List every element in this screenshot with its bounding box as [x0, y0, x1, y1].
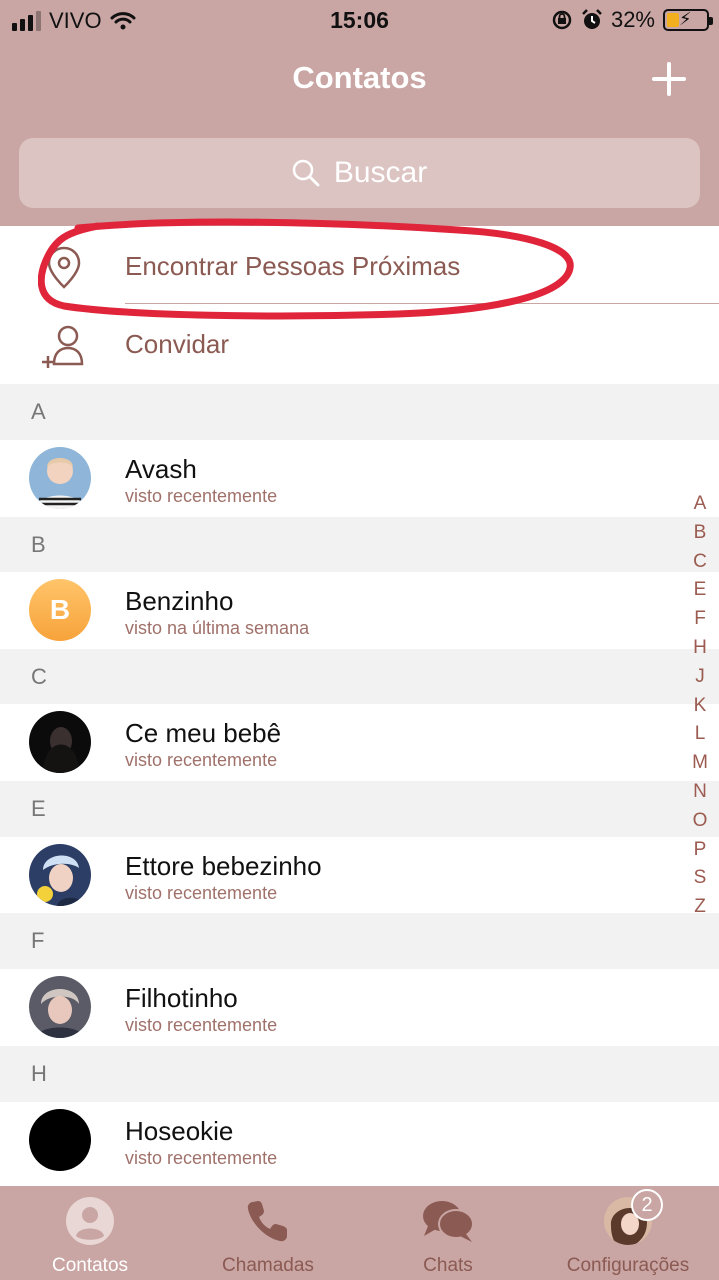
find-nearby-row[interactable]: Encontrar Pessoas Próximas — [0, 228, 719, 306]
section-letter: E — [31, 796, 46, 821]
invite-label: Convidar — [125, 329, 230, 359]
orientation-lock-icon — [552, 10, 572, 30]
tab-configuracoes[interactable]: 2 Configurações — [538, 1186, 718, 1280]
chat-bubbles-icon — [423, 1201, 474, 1242]
contact-row[interactable]: Ce meu bebê visto recentemente — [0, 704, 719, 781]
index-letter[interactable]: H — [693, 634, 707, 663]
index-letter[interactable]: C — [693, 548, 707, 577]
header-bar: VIVO 15:06 32% ⚡ Contatos Buscar — [0, 0, 719, 226]
contact-name: Ce meu bebê — [125, 718, 282, 748]
index-letter[interactable]: P — [694, 836, 707, 865]
add-contact-button[interactable] — [648, 58, 690, 100]
contact-name: Hoseokie — [125, 1116, 234, 1146]
contact-status: visto recentemente — [125, 883, 278, 903]
section-header: B — [0, 517, 719, 573]
page-title: Contatos — [292, 60, 427, 95]
section-letter: H — [31, 1061, 47, 1086]
search-icon — [292, 159, 320, 187]
add-person-icon — [42, 325, 84, 368]
contact-row[interactable]: B Benzinho visto na última semana — [0, 572, 719, 649]
tab-label: Contatos — [51, 1255, 129, 1276]
row-divider — [125, 303, 719, 304]
tab-contatos[interactable]: Contatos — [0, 1186, 180, 1280]
contact-name: Filhotinho — [125, 983, 238, 1013]
index-letter[interactable]: A — [694, 490, 707, 519]
index-letter[interactable]: N — [693, 778, 707, 807]
contact-name: Ettore bebezinho — [125, 851, 322, 881]
contact-status: visto recentemente — [125, 1148, 278, 1168]
avatar — [29, 711, 91, 773]
index-letter[interactable]: J — [695, 663, 705, 692]
phone-icon — [247, 1201, 287, 1242]
avatar: B — [29, 579, 91, 641]
tab-chats[interactable]: Chats — [358, 1186, 538, 1280]
battery-icon: ⚡ — [663, 9, 713, 31]
search-placeholder: Buscar — [333, 156, 428, 189]
contact-row[interactable]: Ettore bebezinho visto recentemente — [0, 837, 719, 914]
find-nearby-label: Encontrar Pessoas Próximas — [125, 251, 461, 281]
tab-label: Chats — [423, 1255, 473, 1276]
contact-row[interactable]: Filhotinho visto recentemente — [0, 969, 719, 1046]
notification-badge: 2 — [631, 1189, 663, 1221]
tab-chamadas[interactable]: Chamadas — [178, 1186, 358, 1280]
contact-row[interactable]: Hoseokie visto recentemente — [0, 1102, 719, 1179]
index-letter[interactable]: B — [694, 519, 707, 548]
avatar — [29, 844, 91, 906]
alphabet-index[interactable]: ABCEFHJKLMNOPSZ — [686, 490, 714, 922]
index-letter[interactable]: S — [694, 864, 707, 893]
section-header: A — [0, 384, 719, 440]
alarm-icon — [582, 9, 602, 29]
person-icon — [66, 1197, 114, 1245]
avatar — [29, 1109, 91, 1171]
index-letter[interactable]: E — [694, 576, 707, 605]
index-letter[interactable]: K — [694, 692, 707, 721]
section-header: C — [0, 649, 719, 705]
contact-status: visto recentemente — [125, 486, 278, 506]
contact-name: Benzinho — [125, 586, 234, 616]
avatar — [29, 976, 91, 1038]
contact-name: Avash — [125, 454, 197, 484]
tab-label: Configurações — [566, 1255, 690, 1276]
section-letter: A — [31, 399, 46, 424]
status-bar: VIVO 15:06 32% ⚡ — [0, 0, 719, 40]
section-header: F — [0, 913, 719, 969]
section-letter: C — [31, 664, 47, 689]
tab-label: Chamadas — [222, 1255, 314, 1276]
contact-row[interactable]: Avash visto recentemente — [0, 440, 719, 517]
battery-percent: 32% — [610, 7, 655, 32]
contact-status: visto recentemente — [125, 1015, 278, 1035]
contact-status: visto recentemente — [125, 750, 278, 770]
index-letter[interactable]: L — [695, 720, 706, 749]
tab-bar: Contatos Chamadas Chats 2 Configurações — [0, 1186, 719, 1280]
section-header: H — [0, 1046, 719, 1102]
contact-status: visto na última semana — [125, 618, 310, 638]
index-letter[interactable]: F — [694, 605, 706, 634]
index-letter[interactable]: O — [693, 807, 708, 836]
avatar — [29, 447, 91, 509]
section-letter: F — [31, 928, 45, 953]
index-letter[interactable]: M — [692, 749, 708, 778]
index-letter[interactable]: Z — [694, 893, 706, 922]
section-letter: B — [31, 532, 46, 557]
location-pin-icon — [47, 246, 81, 289]
battery-fill — [667, 13, 680, 27]
section-header: E — [0, 781, 719, 837]
invite-row[interactable]: Convidar — [0, 306, 719, 384]
search-input[interactable]: Buscar — [19, 138, 700, 208]
